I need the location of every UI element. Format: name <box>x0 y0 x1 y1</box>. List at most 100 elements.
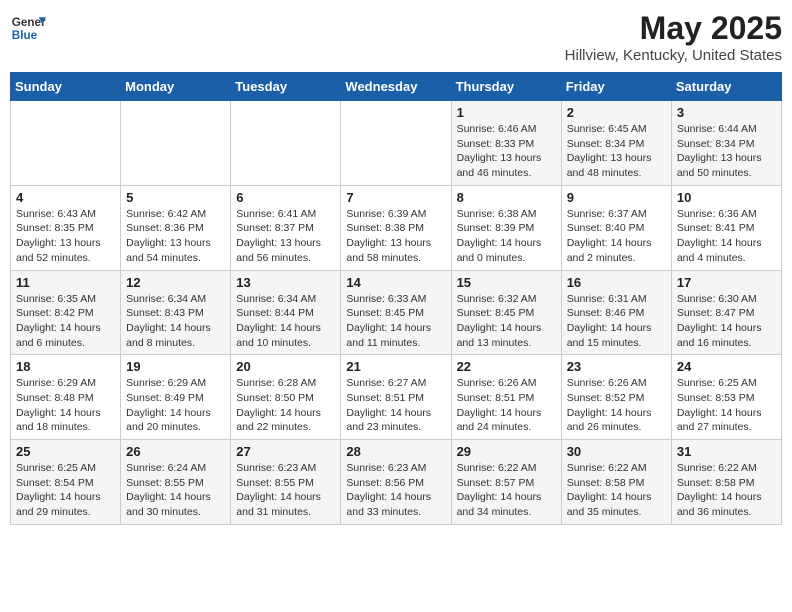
calendar-cell: 2 Sunrise: 6:45 AM Sunset: 8:34 PM Daylig… <box>561 101 671 186</box>
calendar-cell <box>231 101 341 186</box>
day-number: 9 <box>567 190 666 205</box>
day-info: Sunrise: 6:36 AM Sunset: 8:41 PM Dayligh… <box>677 207 776 266</box>
day-info: Sunrise: 6:25 AM Sunset: 8:54 PM Dayligh… <box>16 461 115 520</box>
day-number: 1 <box>457 105 556 120</box>
day-number: 31 <box>677 444 776 459</box>
day-header-wednesday: Wednesday <box>341 73 451 101</box>
day-number: 4 <box>16 190 115 205</box>
day-info: Sunrise: 6:44 AM Sunset: 8:34 PM Dayligh… <box>677 122 776 181</box>
calendar-week-4: 18 Sunrise: 6:29 AM Sunset: 8:48 PM Dayli… <box>11 355 782 440</box>
calendar-cell: 21 Sunrise: 6:27 AM Sunset: 8:51 PM Dayli… <box>341 355 451 440</box>
calendar-cell: 10 Sunrise: 6:36 AM Sunset: 8:41 PM Dayli… <box>671 185 781 270</box>
calendar-cell: 22 Sunrise: 6:26 AM Sunset: 8:51 PM Dayli… <box>451 355 561 440</box>
day-info: Sunrise: 6:23 AM Sunset: 8:56 PM Dayligh… <box>346 461 445 520</box>
calendar-cell: 27Sunrise: 6:23 AM Sunset: 8:55 PM Dayli… <box>231 440 341 525</box>
day-info: Sunrise: 6:34 AM Sunset: 8:43 PM Dayligh… <box>126 292 225 351</box>
day-info: Sunrise: 6:43 AM Sunset: 8:35 PM Dayligh… <box>16 207 115 266</box>
day-info: Sunrise: 6:22 AM Sunset: 8:58 PM Dayligh… <box>567 461 666 520</box>
day-header-friday: Friday <box>561 73 671 101</box>
calendar-week-1: 1 Sunrise: 6:46 AM Sunset: 8:33 PM Daylig… <box>11 101 782 186</box>
day-number: 18 <box>16 359 115 374</box>
day-info: Sunrise: 6:27 AM Sunset: 8:51 PM Dayligh… <box>346 376 445 435</box>
day-info: Sunrise: 6:26 AM Sunset: 8:52 PM Dayligh… <box>567 376 666 435</box>
day-info: Sunrise: 6:41 AM Sunset: 8:37 PM Dayligh… <box>236 207 335 266</box>
day-info: Sunrise: 6:29 AM Sunset: 8:49 PM Dayligh… <box>126 376 225 435</box>
calendar-cell: 7Sunrise: 6:39 AM Sunset: 8:38 PM Daylig… <box>341 185 451 270</box>
calendar-cell: 12 Sunrise: 6:34 AM Sunset: 8:43 PM Dayli… <box>121 270 231 355</box>
calendar-cell: 13 Sunrise: 6:34 AM Sunset: 8:44 PM Dayli… <box>231 270 341 355</box>
calendar-cell: 8 Sunrise: 6:38 AM Sunset: 8:39 PM Daylig… <box>451 185 561 270</box>
day-number: 10 <box>677 190 776 205</box>
day-header-thursday: Thursday <box>451 73 561 101</box>
calendar-cell: 14Sunrise: 6:33 AM Sunset: 8:45 PM Dayli… <box>341 270 451 355</box>
day-info: Sunrise: 6:42 AM Sunset: 8:36 PM Dayligh… <box>126 207 225 266</box>
calendar-week-2: 4 Sunrise: 6:43 AM Sunset: 8:35 PM Daylig… <box>11 185 782 270</box>
day-info: Sunrise: 6:30 AM Sunset: 8:47 PM Dayligh… <box>677 292 776 351</box>
day-number: 12 <box>126 275 225 290</box>
calendar-cell <box>11 101 121 186</box>
calendar-cell: 9 Sunrise: 6:37 AM Sunset: 8:40 PM Daylig… <box>561 185 671 270</box>
header: General Blue May 2025 Hillview, Kentucky… <box>10 10 782 64</box>
day-number: 13 <box>236 275 335 290</box>
day-info: Sunrise: 6:35 AM Sunset: 8:42 PM Dayligh… <box>16 292 115 351</box>
calendar-cell: 11 Sunrise: 6:35 AM Sunset: 8:42 PM Dayli… <box>11 270 121 355</box>
calendar-cell <box>121 101 231 186</box>
day-header-saturday: Saturday <box>671 73 781 101</box>
day-info: Sunrise: 6:24 AM Sunset: 8:55 PM Dayligh… <box>126 461 225 520</box>
day-number: 5 <box>126 190 225 205</box>
day-number: 20 <box>236 359 335 374</box>
day-number: 21 <box>346 359 445 374</box>
calendar-cell: 15Sunrise: 6:32 AM Sunset: 8:45 PM Dayli… <box>451 270 561 355</box>
calendar-cell: 29 Sunrise: 6:22 AM Sunset: 8:57 PM Dayli… <box>451 440 561 525</box>
calendar-cell: 3 Sunrise: 6:44 AM Sunset: 8:34 PM Daylig… <box>671 101 781 186</box>
calendar-week-5: 25 Sunrise: 6:25 AM Sunset: 8:54 PM Dayli… <box>11 440 782 525</box>
calendar-table: SundayMondayTuesdayWednesdayThursdayFrid… <box>10 72 782 525</box>
day-number: 2 <box>567 105 666 120</box>
day-info: Sunrise: 6:25 AM Sunset: 8:53 PM Dayligh… <box>677 376 776 435</box>
day-number: 23 <box>567 359 666 374</box>
calendar-cell: 24Sunrise: 6:25 AM Sunset: 8:53 PM Dayli… <box>671 355 781 440</box>
logo: General Blue <box>10 10 46 46</box>
day-number: 26 <box>126 444 225 459</box>
day-number: 16 <box>567 275 666 290</box>
day-number: 11 <box>16 275 115 290</box>
day-number: 30 <box>567 444 666 459</box>
calendar-cell: 19Sunrise: 6:29 AM Sunset: 8:49 PM Dayli… <box>121 355 231 440</box>
day-number: 25 <box>16 444 115 459</box>
day-info: Sunrise: 6:23 AM Sunset: 8:55 PM Dayligh… <box>236 461 335 520</box>
calendar-cell <box>341 101 451 186</box>
calendar-cell: 17 Sunrise: 6:30 AM Sunset: 8:47 PM Dayli… <box>671 270 781 355</box>
day-header-monday: Monday <box>121 73 231 101</box>
day-info: Sunrise: 6:22 AM Sunset: 8:58 PM Dayligh… <box>677 461 776 520</box>
calendar-cell: 23 Sunrise: 6:26 AM Sunset: 8:52 PM Dayli… <box>561 355 671 440</box>
day-number: 8 <box>457 190 556 205</box>
day-number: 7 <box>346 190 445 205</box>
day-number: 17 <box>677 275 776 290</box>
day-number: 29 <box>457 444 556 459</box>
day-info: Sunrise: 6:37 AM Sunset: 8:40 PM Dayligh… <box>567 207 666 266</box>
day-number: 15 <box>457 275 556 290</box>
day-info: Sunrise: 6:26 AM Sunset: 8:51 PM Dayligh… <box>457 376 556 435</box>
day-number: 3 <box>677 105 776 120</box>
day-info: Sunrise: 6:22 AM Sunset: 8:57 PM Dayligh… <box>457 461 556 520</box>
calendar-cell: 16Sunrise: 6:31 AM Sunset: 8:46 PM Dayli… <box>561 270 671 355</box>
calendar-cell: 4 Sunrise: 6:43 AM Sunset: 8:35 PM Daylig… <box>11 185 121 270</box>
day-number: 22 <box>457 359 556 374</box>
day-info: Sunrise: 6:38 AM Sunset: 8:39 PM Dayligh… <box>457 207 556 266</box>
day-info: Sunrise: 6:34 AM Sunset: 8:44 PM Dayligh… <box>236 292 335 351</box>
calendar-cell: 6Sunrise: 6:41 AM Sunset: 8:37 PM Daylig… <box>231 185 341 270</box>
day-info: Sunrise: 6:45 AM Sunset: 8:34 PM Dayligh… <box>567 122 666 181</box>
calendar-cell: 25 Sunrise: 6:25 AM Sunset: 8:54 PM Dayli… <box>11 440 121 525</box>
subtitle: Hillview, Kentucky, United States <box>565 47 782 64</box>
day-info: Sunrise: 6:29 AM Sunset: 8:48 PM Dayligh… <box>16 376 115 435</box>
day-info: Sunrise: 6:46 AM Sunset: 8:33 PM Dayligh… <box>457 122 556 181</box>
calendar-cell: 31 Sunrise: 6:22 AM Sunset: 8:58 PM Dayli… <box>671 440 781 525</box>
logo-icon: General Blue <box>10 10 46 46</box>
day-number: 28 <box>346 444 445 459</box>
calendar-cell: 18 Sunrise: 6:29 AM Sunset: 8:48 PM Dayli… <box>11 355 121 440</box>
title-area: May 2025 Hillview, Kentucky, United Stat… <box>565 10 782 64</box>
calendar-cell: 5 Sunrise: 6:42 AM Sunset: 8:36 PM Daylig… <box>121 185 231 270</box>
calendar-cell: 28 Sunrise: 6:23 AM Sunset: 8:56 PM Dayli… <box>341 440 451 525</box>
calendar-week-3: 11 Sunrise: 6:35 AM Sunset: 8:42 PM Dayli… <box>11 270 782 355</box>
day-info: Sunrise: 6:33 AM Sunset: 8:45 PM Dayligh… <box>346 292 445 351</box>
